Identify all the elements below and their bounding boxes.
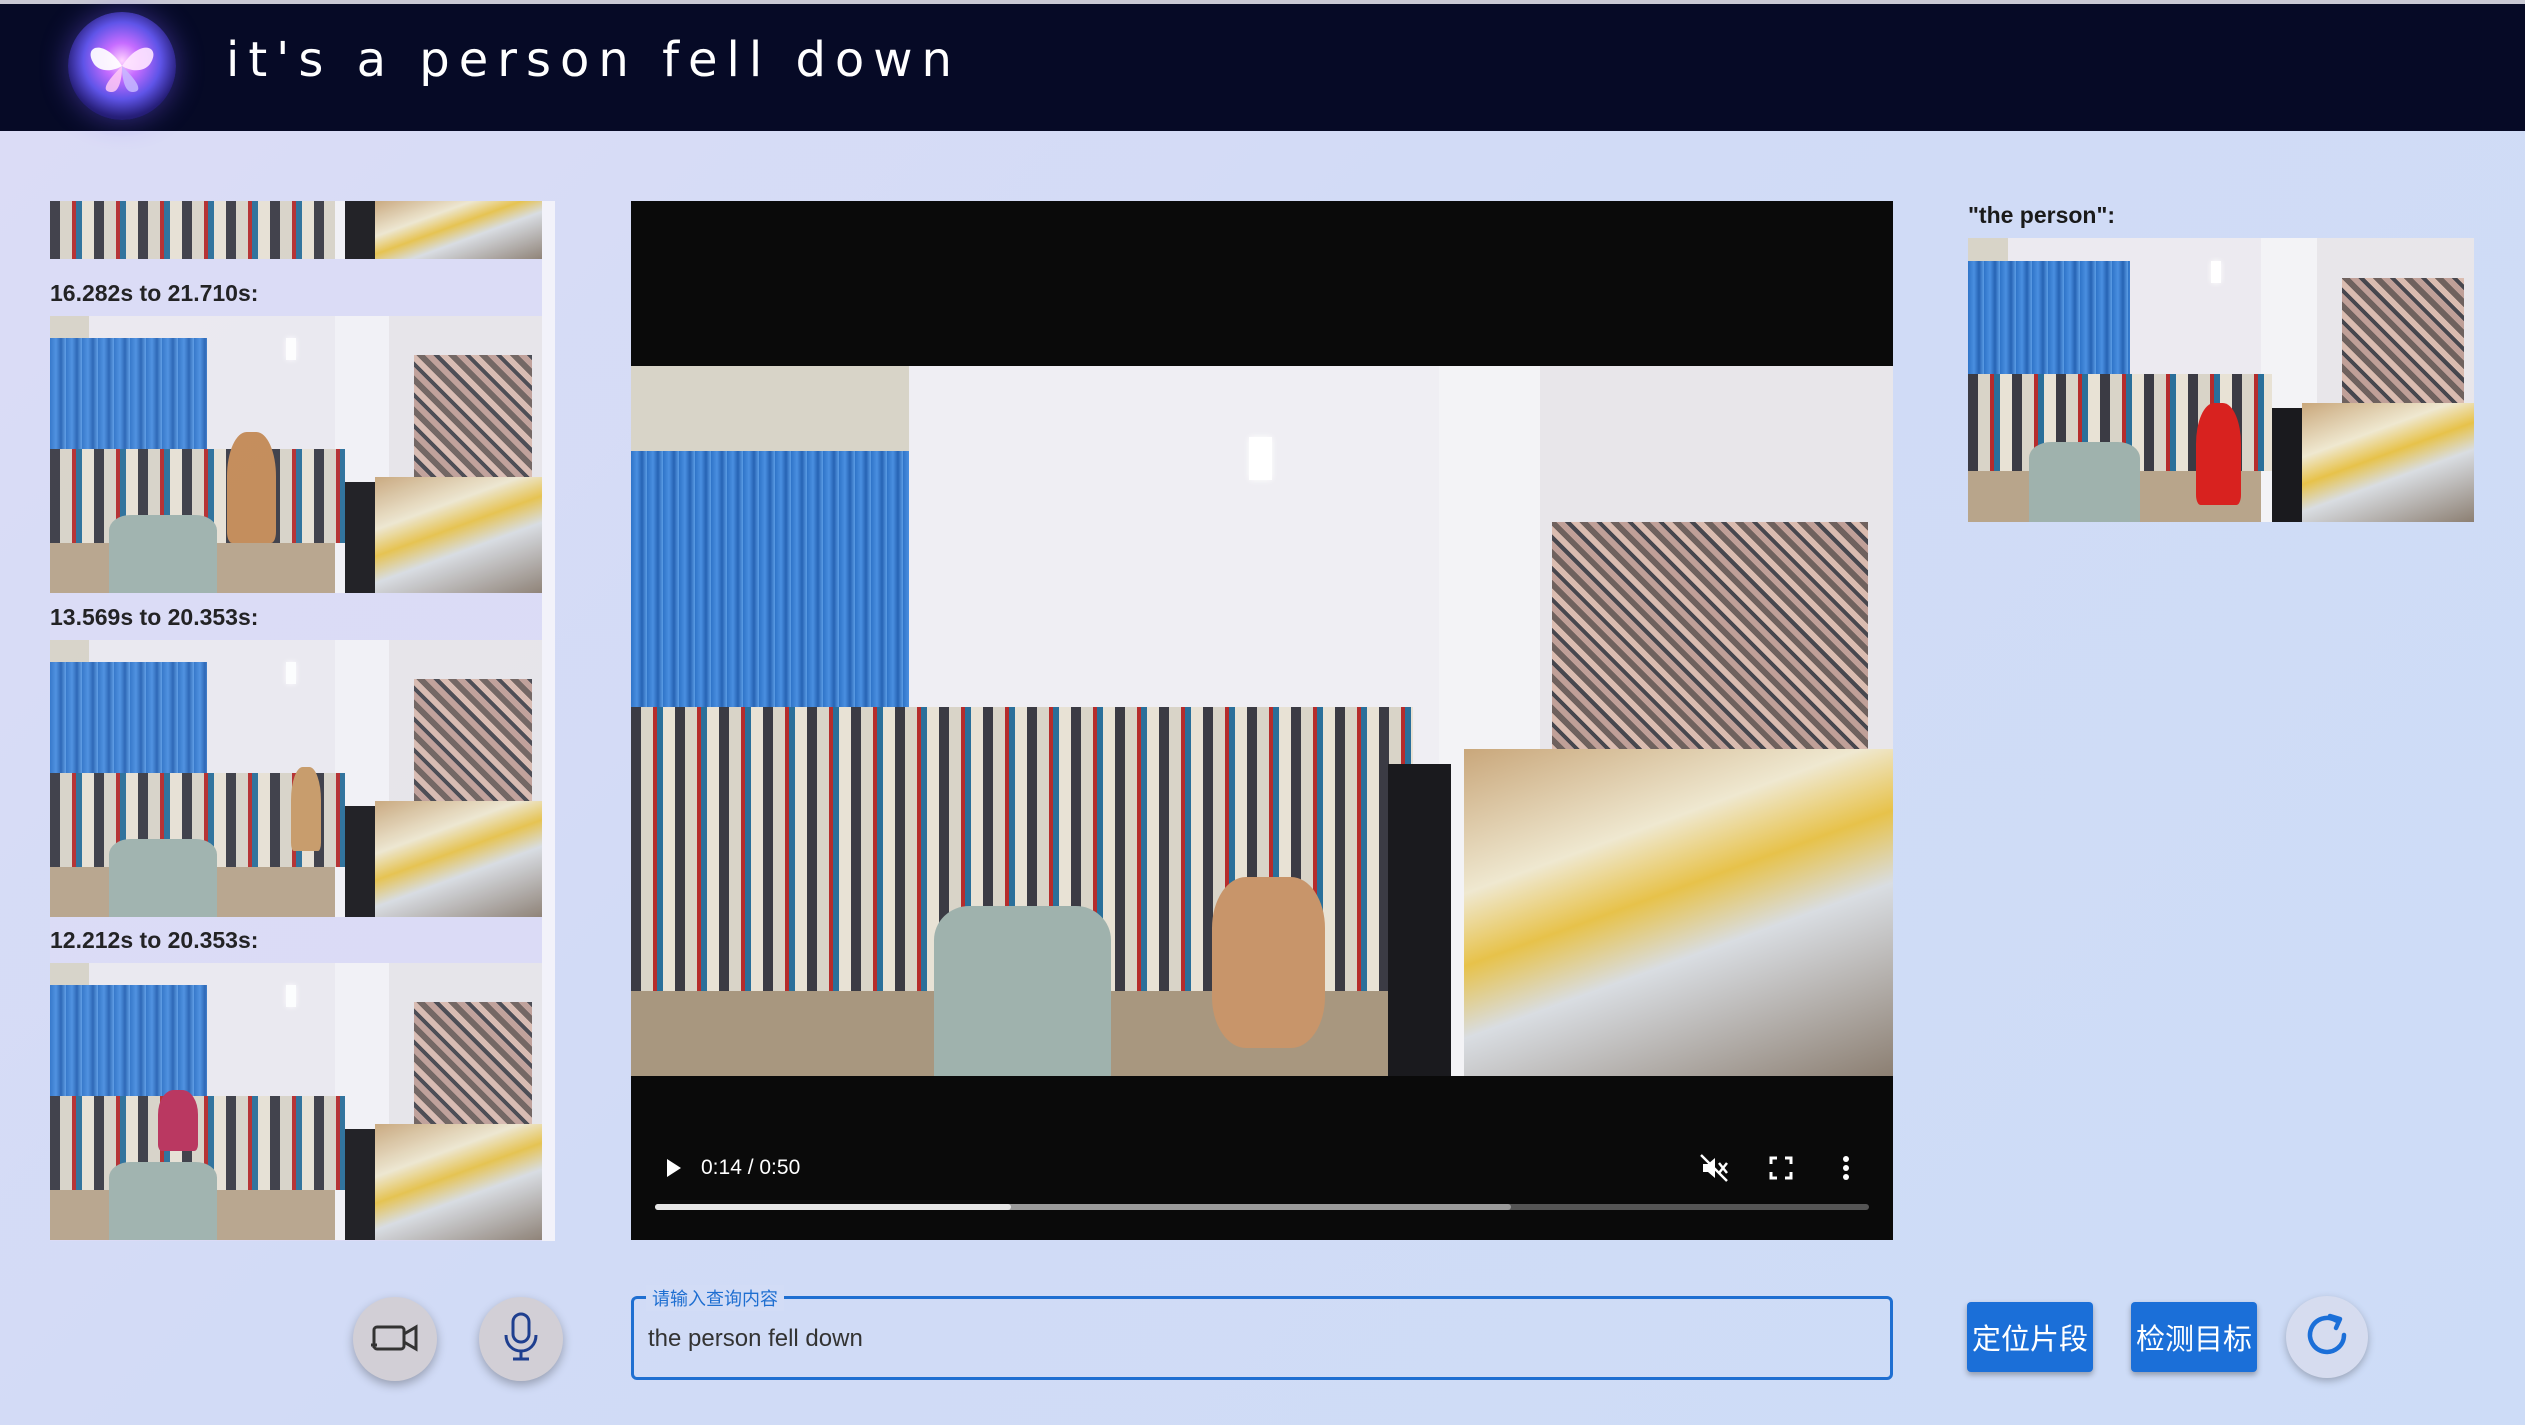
result-item[interactable] (50, 201, 542, 259)
microphone-icon (501, 1311, 541, 1368)
refresh-icon (2300, 1308, 2354, 1367)
locate-segment-button[interactable]: 定位片段 (1967, 1302, 2093, 1372)
result-item[interactable]: 12.212s to 20.353s: (50, 917, 542, 1240)
result-thumbnail[interactable] (50, 316, 542, 593)
query-field-label: 请输入查询内容 (646, 1285, 784, 1311)
results-scroll-area[interactable]: 16.282s to 21.710s: 13.569s to 20.353s: (50, 201, 542, 1241)
detect-target-button[interactable]: 检测目标 (2131, 1302, 2257, 1372)
results-scrollbar[interactable] (542, 201, 555, 1241)
video-controls: 0:14 / 0:50 (631, 1148, 1893, 1188)
result-thumbnail[interactable] (50, 640, 542, 917)
butterfly-logo-icon (68, 12, 176, 120)
results-list-panel[interactable]: 16.282s to 21.710s: 13.569s to 20.353s: (50, 201, 555, 1241)
result-time-range: 13.569s to 20.353s: (50, 604, 259, 630)
result-thumbnail[interactable] (50, 963, 542, 1240)
play-icon[interactable] (659, 1154, 687, 1182)
result-item[interactable]: 13.569s to 20.353s: (50, 594, 542, 917)
video-time-display: 0:14 / 0:50 (701, 1156, 801, 1179)
more-vert-icon[interactable] (1831, 1152, 1861, 1184)
page-title: it's a person fell down (226, 32, 961, 88)
query-input[interactable] (648, 1319, 1868, 1359)
app-header: it's a person fell down (0, 0, 2525, 131)
target-label: "the person": (1968, 202, 2116, 228)
query-field[interactable]: 请输入查询内容 (631, 1285, 1893, 1380)
result-item[interactable]: 16.282s to 21.710s: (50, 270, 542, 593)
video-player[interactable] (631, 201, 1893, 1240)
video-frame[interactable] (631, 366, 1893, 1076)
video-progress-fill (655, 1204, 1011, 1210)
result-time-range: 12.212s to 20.353s: (50, 927, 259, 953)
result-thumbnail[interactable] (50, 201, 542, 259)
result-time-range: 16.282s to 21.710s: (50, 280, 259, 306)
video-progress-bar[interactable] (655, 1204, 1869, 1210)
target-detection-image[interactable] (1968, 238, 2474, 522)
microphone-button[interactable] (479, 1297, 563, 1381)
video-camera-icon (369, 1319, 421, 1360)
mute-icon[interactable] (1698, 1152, 1730, 1184)
fullscreen-icon[interactable] (1767, 1154, 1795, 1182)
refresh-button[interactable] (2286, 1296, 2368, 1378)
camera-button[interactable] (353, 1297, 437, 1381)
